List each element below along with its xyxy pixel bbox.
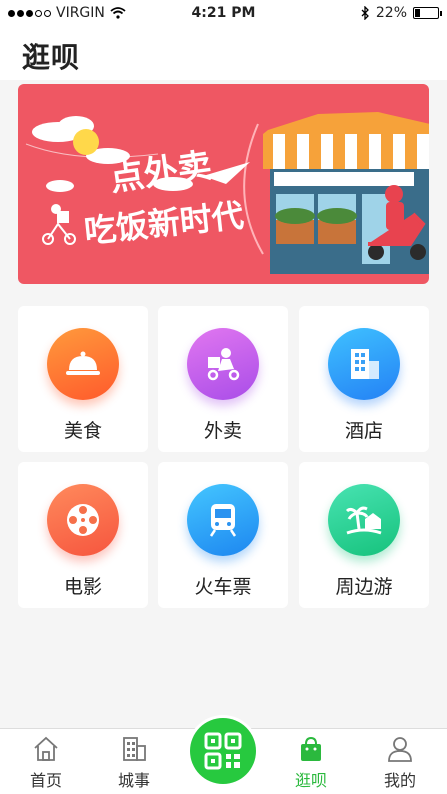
film-reel-icon [47, 484, 119, 556]
bluetooth-icon [361, 6, 369, 20]
battery-percent: 22% [375, 5, 407, 21]
hotel-building-icon [328, 328, 400, 400]
page-title: 逛呗 [22, 41, 81, 74]
category-label: 周边游 [335, 576, 393, 598]
category-card-delivery[interactable]: 外卖 [158, 306, 288, 452]
category-card-food[interactable]: 美食 [18, 306, 148, 452]
tab-label: 城事 [117, 771, 150, 790]
train-icon [187, 484, 259, 556]
category-label: 火车票 [194, 576, 252, 598]
category-label: 电影 [63, 576, 102, 598]
category-card-nearby-travel[interactable]: 周边游 [299, 462, 429, 608]
delivery-scooter-icon [42, 204, 76, 245]
tab-label: 我的 [383, 771, 416, 790]
storefront-icon [263, 112, 429, 274]
tab-profile[interactable]: 我的 [360, 729, 440, 794]
tab-home[interactable]: 首页 [6, 729, 86, 794]
qr-scan-icon [204, 732, 242, 770]
svg-text:吃饭新时代: 吃饭新时代 [82, 196, 245, 251]
category-card-hotel[interactable]: 酒店 [299, 306, 429, 452]
shopping-bag-icon [301, 736, 321, 761]
category-label: 美食 [63, 420, 102, 442]
tab-explore[interactable]: 逛呗 [271, 729, 351, 794]
home-icon [34, 736, 58, 761]
food-cloche-icon [47, 328, 119, 400]
category-label: 外卖 [203, 420, 242, 442]
battery-level [415, 9, 420, 17]
delivery-icon [187, 328, 259, 400]
tab-city-events[interactable]: 城事 [94, 729, 174, 794]
category-label: 酒店 [344, 420, 383, 442]
category-card-train[interactable]: 火车票 [158, 462, 288, 608]
status-right: 22% [361, 5, 442, 21]
banner-artwork: 点外卖 吃饭新时代 [25, 112, 429, 274]
user-icon [388, 737, 412, 762]
status-bar: VIRGIN 4:21 PM 22% [0, 0, 447, 28]
sun-icon [73, 129, 99, 155]
battery-icon [413, 7, 442, 19]
header: 逛呗 [0, 28, 447, 80]
tab-label: 首页 [29, 771, 62, 790]
category-card-movie[interactable]: 电影 [18, 462, 148, 608]
qr-scan-button[interactable] [190, 718, 256, 784]
promo-banner[interactable]: 点外卖 吃饭新时代 [18, 84, 429, 284]
building-icon [123, 737, 146, 761]
tab-label: 逛呗 [294, 771, 327, 790]
island-palm-icon [328, 484, 400, 556]
